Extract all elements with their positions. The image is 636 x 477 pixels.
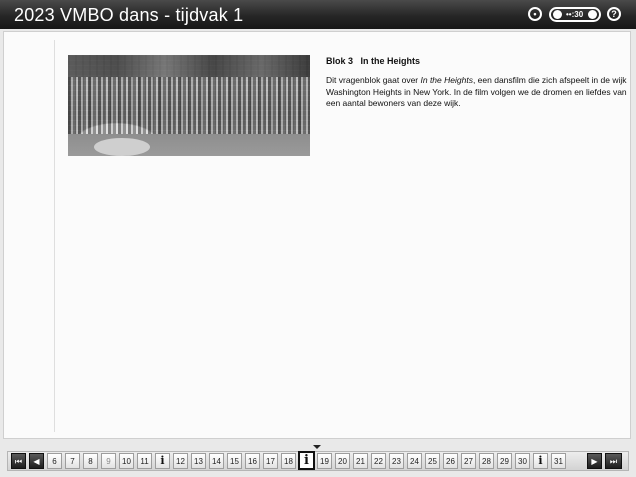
page-button-8[interactable]: 8 [83,453,98,469]
page-button-11[interactable]: 11 [137,453,152,469]
timer-control[interactable]: ••:30 [549,7,601,22]
timer-text: ••:30 [566,10,584,19]
page-button-30[interactable]: 30 [515,453,530,469]
speaker-icon[interactable]: • [528,7,542,21]
page-button-16[interactable]: 16 [245,453,260,469]
paragraph-text-1: Dit vragenblok gaat over [326,75,421,85]
image-street-circle [94,138,150,156]
page-button-26[interactable]: 26 [443,453,458,469]
page-button-21[interactable]: 21 [353,453,368,469]
info-page-button-3[interactable]: i [533,453,548,469]
timer-icon [553,10,562,19]
page-button-25[interactable]: 25 [425,453,440,469]
page-button-19[interactable]: 19 [317,453,332,469]
previous-page-button[interactable]: ◀ [29,453,44,469]
title-bar: 2023 VMBO dans - tijdvak 1 • ••:30 ? [0,0,636,29]
current-position-marker [313,445,321,449]
page-button-22[interactable]: 22 [371,453,386,469]
page-button-20[interactable]: 20 [335,453,350,469]
info-page-button-1[interactable]: i [155,453,170,469]
content-area: Blok 3 In the Heights Dit vragenblok gaa… [3,31,631,439]
page-button-15[interactable]: 15 [227,453,242,469]
image-buildings [68,55,310,77]
timer-toggle-icon[interactable] [588,10,597,19]
page-button-28[interactable]: 28 [479,453,494,469]
page-button-6[interactable]: 6 [47,453,62,469]
question-navigation: ⏮ ◀ 6 7 8 9 10 11 i 12 13 14 15 16 17 18 i 19 20 21 22 23 24 25… [0,439,636,477]
block-paragraph: Dit vragenblok gaat over In the Heights,… [326,75,628,110]
image-crowd [68,77,310,137]
page-button-10[interactable]: 10 [119,453,134,469]
content-divider [54,40,55,432]
page-button-7[interactable]: 7 [65,453,80,469]
page-button-23[interactable]: 23 [389,453,404,469]
current-info-page-button[interactable]: i [298,451,315,470]
page-button-9[interactable]: 9 [101,453,116,469]
page-button-18[interactable]: 18 [281,453,296,469]
page-button-31[interactable]: 31 [551,453,566,469]
block-heading: Blok 3 In the Heights [326,56,421,66]
last-page-button[interactable]: ⏭ [605,453,622,469]
page-button-17[interactable]: 17 [263,453,278,469]
scene-image [68,55,310,156]
page-button-29[interactable]: 29 [497,453,512,469]
page-button-13[interactable]: 13 [191,453,206,469]
next-page-button[interactable]: ▶ [587,453,602,469]
page-button-12[interactable]: 12 [173,453,188,469]
help-icon[interactable]: ? [607,7,621,21]
app-title: 2023 VMBO dans - tijdvak 1 [14,5,244,25]
paragraph-film-title: In the Heights [420,75,473,85]
page-button-24[interactable]: 24 [407,453,422,469]
page-button-14[interactable]: 14 [209,453,224,469]
first-page-button[interactable]: ⏮ [11,453,26,469]
page-button-27[interactable]: 27 [461,453,476,469]
